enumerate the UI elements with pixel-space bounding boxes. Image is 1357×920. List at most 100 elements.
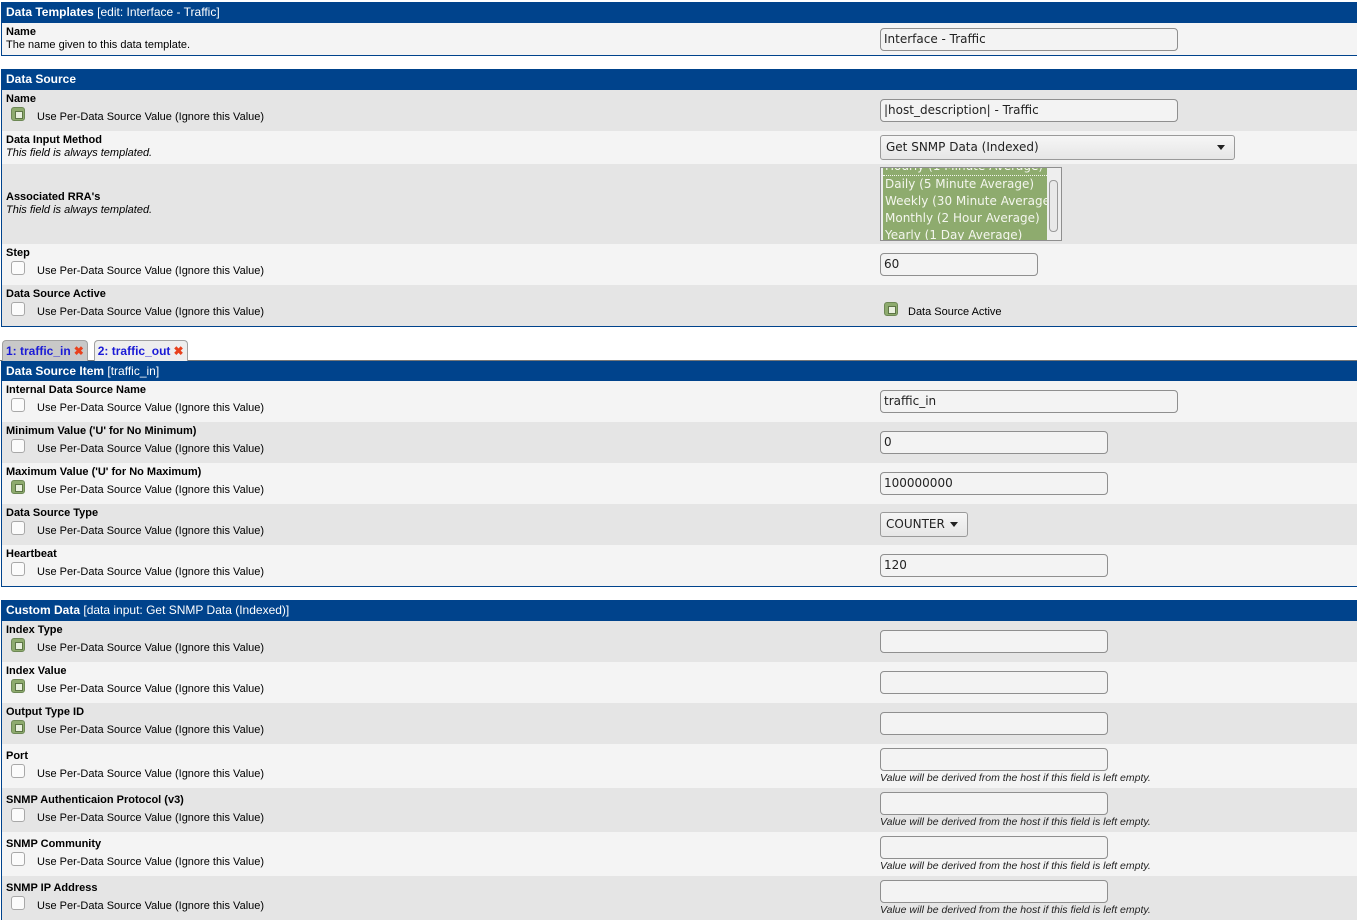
panel-header: Custom Data [data input: Get SNMP Data (… — [2, 600, 1357, 621]
checkbox-label: Use Per-Data Source Value (Ignore this V… — [37, 111, 265, 123]
ds-name-row: Name Use Per-Data Source Value (Ignore t… — [2, 90, 1357, 131]
field-description: This field is always templated. — [6, 204, 153, 216]
rras-listbox[interactable]: Hourly (1 Minute Average) Daily (5 Minut… — [880, 167, 1062, 241]
internal-ds-name-input[interactable]: traffic_in — [880, 390, 1178, 413]
max-value-input[interactable]: 100000000 — [880, 472, 1108, 495]
panel-header: Data Templates [edit: Interface - Traffi… — [2, 2, 1357, 23]
checkbox-label: Use Per-Data Source Value (Ignore this V… — [37, 856, 265, 868]
ds-active-row: Data Source Active Use Per-Data Source V… — [2, 285, 1357, 326]
per-ds-checkbox[interactable] — [11, 107, 25, 121]
snmp-community-row: SNMP Community Use Per-Data Source Value… — [2, 832, 1357, 876]
ds-active-checkbox[interactable] — [884, 302, 898, 316]
per-ds-checkbox[interactable] — [11, 720, 25, 734]
listbox-scrollbar[interactable] — [1049, 180, 1058, 232]
checkbox-label: Use Per-Data Source Value (Ignore this V… — [37, 642, 265, 654]
rra-option[interactable]: Hourly (1 Minute Average) — [883, 168, 1047, 176]
field-label: Heartbeat — [6, 548, 57, 560]
per-ds-checkbox[interactable] — [11, 261, 25, 275]
snmp-auth-protocol-input[interactable] — [880, 792, 1108, 815]
x-icon[interactable]: ✖ — [74, 341, 84, 361]
panel-title: Data Templates — [6, 5, 94, 19]
panel-title: Data Source — [6, 72, 77, 86]
data-input-method-row: Data Input Method This field is always t… — [2, 131, 1357, 164]
data-source-panel: Data Source Name Use Per-Data Source Val… — [1, 69, 1357, 327]
ds-name-input[interactable]: |host_description| - Traffic — [880, 99, 1178, 122]
dropdown-arrow-icon — [950, 522, 958, 527]
dropdown-arrow-icon — [1217, 145, 1225, 150]
data-template-panel: Data Templates [edit: Interface - Traffi… — [1, 2, 1357, 56]
checkbox-label: Use Per-Data Source Value (Ignore this V… — [37, 900, 265, 912]
checkbox-label: Use Per-Data Source Value (Ignore this V… — [37, 768, 265, 780]
tab-traffic-out[interactable]: 2: traffic_out ✖ — [93, 340, 188, 361]
per-ds-checkbox[interactable] — [11, 480, 25, 494]
port-input[interactable] — [880, 748, 1108, 771]
field-label: Name — [6, 26, 36, 38]
step-input[interactable]: 60 — [880, 253, 1038, 276]
checkbox-label: Use Per-Data Source Value (Ignore this V… — [37, 683, 265, 695]
checkbox-label: Data Source Active — [908, 306, 1002, 318]
field-label: Data Source Active — [6, 288, 106, 300]
snmp-ip-address-input[interactable] — [880, 880, 1108, 903]
tab-label: 2: traffic_out — [97, 344, 171, 358]
derived-hint: Value will be derived from the host if t… — [880, 816, 1151, 828]
min-value-input[interactable]: 0 — [880, 431, 1108, 454]
x-icon[interactable]: ✖ — [173, 341, 183, 361]
checkbox-label: Use Per-Data Source Value (Ignore this V… — [37, 724, 265, 736]
port-row: Port Use Per-Data Source Value (Ignore t… — [2, 744, 1357, 788]
per-ds-checkbox[interactable] — [11, 521, 25, 535]
derived-hint: Value will be derived from the host if t… — [880, 772, 1151, 784]
checkbox-label: Use Per-Data Source Value (Ignore this V… — [37, 484, 265, 496]
checkbox-label: Use Per-Data Source Value (Ignore this V… — [37, 402, 265, 414]
per-ds-checkbox[interactable] — [11, 562, 25, 576]
field-label: Minimum Value ('U' for No Minimum) — [6, 425, 197, 437]
template-name-input[interactable]: Interface - Traffic — [880, 28, 1178, 51]
field-label: Index Value — [6, 665, 67, 677]
index-value-input[interactable] — [880, 671, 1108, 694]
per-ds-checkbox[interactable] — [11, 398, 25, 412]
step-row: Step Use Per-Data Source Value (Ignore t… — [2, 244, 1357, 285]
associated-rras-row: Associated RRA's This field is always te… — [2, 164, 1357, 244]
rra-option[interactable]: Weekly (30 Minute Average) — [883, 193, 1047, 210]
custom-data-panel: Custom Data [data input: Get SNMP Data (… — [1, 600, 1357, 920]
heartbeat-input[interactable]: 120 — [880, 554, 1108, 577]
per-ds-checkbox[interactable] — [11, 764, 25, 778]
field-label: SNMP Community — [6, 838, 102, 850]
rra-option[interactable]: Yearly (1 Day Average) — [883, 227, 1047, 240]
field-label: Internal Data Source Name — [6, 384, 146, 396]
per-ds-checkbox[interactable] — [11, 852, 25, 866]
per-ds-checkbox[interactable] — [11, 439, 25, 453]
per-ds-checkbox[interactable] — [11, 638, 25, 652]
panel-header: Data Source Item [traffic_in] — [2, 361, 1357, 381]
derived-hint: Value will be derived from the host if t… — [880, 860, 1151, 872]
index-type-input[interactable] — [880, 630, 1108, 653]
snmp-auth-protocol-row: SNMP Authenticaion Protocol (v3) Use Per… — [2, 788, 1357, 832]
rra-option[interactable]: Monthly (2 Hour Average) — [883, 210, 1047, 227]
per-ds-checkbox[interactable] — [11, 679, 25, 693]
checkbox-label: Use Per-Data Source Value (Ignore this V… — [37, 443, 265, 455]
per-ds-checkbox[interactable] — [11, 896, 25, 910]
template-name-row: Name The name given to this data templat… — [2, 23, 1357, 55]
per-ds-checkbox[interactable] — [11, 302, 25, 316]
field-label: Name — [6, 93, 36, 105]
max-value-row: Maximum Value ('U' for No Maximum) Use P… — [2, 463, 1357, 504]
selected-value: Get SNMP Data (Indexed) — [886, 140, 1039, 154]
field-label: Output Type ID — [6, 706, 85, 718]
field-label: Data Input Method — [6, 134, 102, 146]
min-value-row: Minimum Value ('U' for No Minimum) Use P… — [2, 422, 1357, 463]
panel-header: Data Source — [2, 69, 1357, 90]
panel-subtitle: [edit: Interface - Traffic] — [97, 5, 220, 19]
checkbox-label: Use Per-Data Source Value (Ignore this V… — [37, 525, 265, 537]
ds-type-select[interactable]: COUNTER — [880, 512, 968, 537]
data-input-method-select[interactable]: Get SNMP Data (Indexed) — [880, 135, 1235, 160]
heartbeat-row: Heartbeat Use Per-Data Source Value (Ign… — [2, 545, 1357, 586]
output-type-id-row: Output Type ID Use Per-Data Source Value… — [2, 703, 1357, 744]
checkbox-label: Use Per-Data Source Value (Ignore this V… — [37, 566, 265, 578]
rra-option[interactable]: Daily (5 Minute Average) — [883, 176, 1047, 193]
field-label: Maximum Value ('U' for No Maximum) — [6, 466, 202, 478]
output-type-id-input[interactable] — [880, 712, 1108, 735]
snmp-community-input[interactable] — [880, 836, 1108, 859]
per-ds-checkbox[interactable] — [11, 808, 25, 822]
ds-type-row: Data Source Type Use Per-Data Source Val… — [2, 504, 1357, 545]
tab-traffic-in[interactable]: 1: traffic_in ✖ — [2, 340, 88, 361]
snmp-ip-address-row: SNMP IP Address Use Per-Data Source Valu… — [2, 876, 1357, 920]
